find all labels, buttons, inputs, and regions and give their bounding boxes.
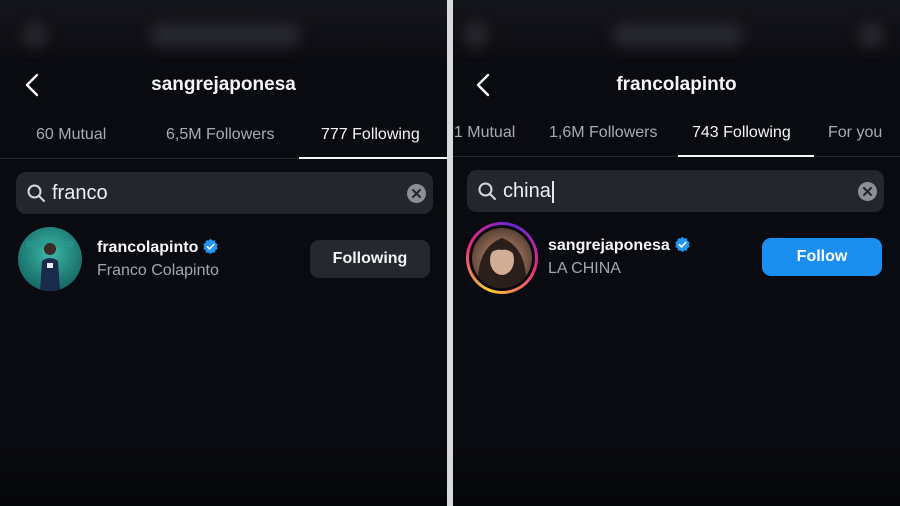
status-bar: [0, 0, 447, 58]
search-icon: [478, 182, 496, 200]
result-full-name: LA CHINA: [548, 260, 621, 277]
tab-bar: 31 Mutual 1,6M Followers 743 Following F…: [453, 114, 900, 157]
search-bar[interactable]: china: [467, 170, 884, 212]
active-tab-indicator: [299, 157, 447, 159]
status-icon-blurred: [463, 22, 489, 48]
tab-following[interactable]: 743 Following: [692, 114, 791, 156]
username-text[interactable]: francolapinto: [97, 239, 198, 256]
username-text[interactable]: sangrejaponesa: [548, 237, 670, 254]
bottom-shade: [453, 446, 900, 506]
profile-title: sangrejaponesa: [151, 74, 296, 95]
bottom-shade: [0, 446, 447, 506]
right-screen: francolapinto 31 Mutual 1,6M Followers 7…: [453, 0, 900, 506]
avatar-image: [26, 241, 74, 291]
follow-button[interactable]: Follow: [762, 238, 882, 276]
tab-following[interactable]: 777 Following: [321, 116, 420, 158]
search-result-row[interactable]: sangrejaponesa LA CHINA Follow: [453, 222, 900, 294]
status-bar: [453, 0, 900, 58]
avatar-image: [477, 238, 527, 288]
result-username[interactable]: francolapinto: [97, 238, 219, 257]
search-input[interactable]: franco: [52, 172, 108, 214]
clear-circle-icon[interactable]: [407, 184, 426, 203]
avatar[interactable]: [18, 227, 82, 291]
active-tab-indicator: [678, 155, 814, 157]
following-button[interactable]: Following: [310, 240, 430, 278]
status-icon-blurred: [858, 22, 884, 48]
status-pill-blurred: [150, 24, 300, 46]
search-bar[interactable]: franco: [16, 172, 433, 214]
verified-badge-icon: [203, 238, 219, 255]
search-result-row[interactable]: francolapinto Franco Colapinto Following: [0, 224, 447, 294]
result-username[interactable]: sangrejaponesa: [548, 236, 691, 255]
search-icon: [27, 184, 45, 202]
status-icon-blurred: [22, 22, 48, 48]
verified-badge-icon: [675, 236, 690, 253]
profile-title: francolapinto: [616, 74, 737, 95]
tab-followers[interactable]: 1,6M Followers: [549, 114, 657, 156]
tab-for-you[interactable]: For you: [828, 114, 882, 156]
left-screen: sangrejaponesa 60 Mutual 6,5M Followers …: [0, 0, 447, 506]
search-input[interactable]: china: [503, 170, 554, 212]
avatar: [472, 228, 532, 288]
tab-bar: 60 Mutual 6,5M Followers 777 Following: [0, 116, 447, 159]
search-text[interactable]: china: [503, 180, 551, 202]
text-cursor: [551, 180, 554, 203]
tab-followers[interactable]: 6,5M Followers: [166, 116, 274, 158]
status-pill-blurred: [613, 24, 743, 46]
result-full-name: Franco Colapinto: [97, 262, 219, 279]
story-ring-avatar[interactable]: [466, 222, 538, 294]
tab-mutual[interactable]: 60 Mutual: [36, 116, 106, 158]
tab-mutual[interactable]: 31 Mutual: [453, 114, 515, 156]
clear-circle-icon[interactable]: [858, 182, 877, 201]
